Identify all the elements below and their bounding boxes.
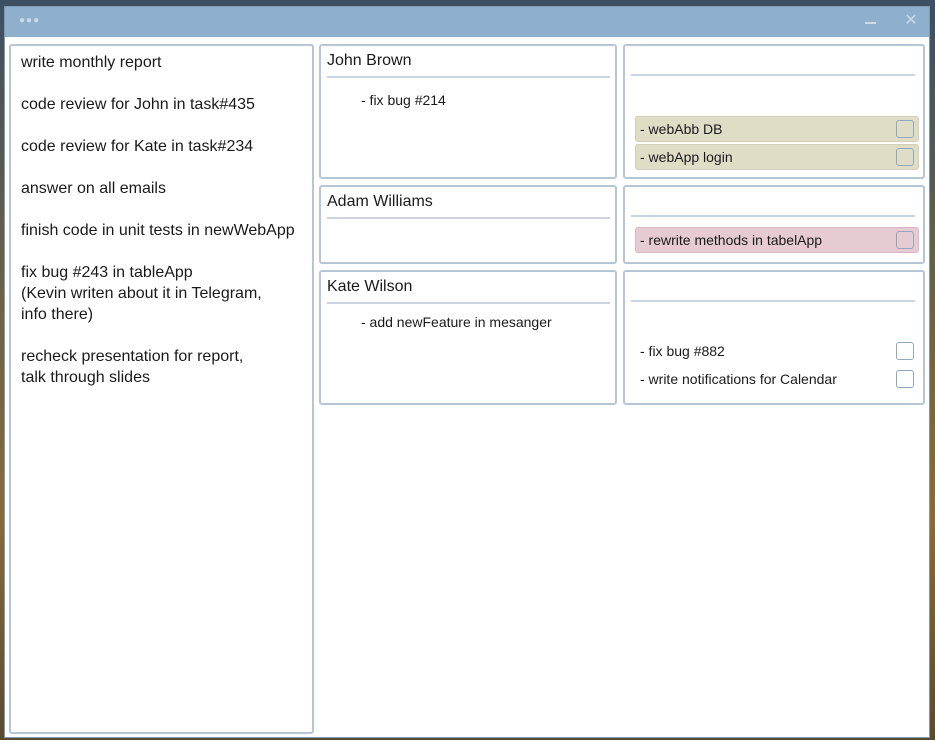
todo-item[interactable]: code review for Kate in task#234 [21, 136, 302, 157]
task-label: - webApp login [640, 149, 733, 165]
task-label: - rewrite methods in tabelApp [640, 232, 823, 248]
task-group-john: - webAbb DB - webApp login [623, 44, 925, 179]
task-row[interactable]: - write notifications for Calendar [635, 366, 919, 392]
person-name: Kate Wilson [327, 278, 610, 304]
task-group-divider [631, 74, 915, 76]
close-icon[interactable]: ✕ [901, 11, 921, 31]
task-group-kate: - fix bug #882 - write notifications for… [623, 270, 925, 405]
task-group-adam: - rewrite methods in tabelApp [623, 185, 925, 264]
todo-item[interactable]: finish code in unit tests in newWebApp [21, 220, 302, 241]
task-checkbox[interactable] [896, 342, 914, 360]
task-checkbox[interactable] [896, 370, 914, 388]
minimize-icon[interactable] [861, 12, 881, 32]
title-bar[interactable]: ●●● ✕ [5, 7, 929, 37]
task-checkbox[interactable] [896, 231, 914, 249]
todo-item[interactable]: answer on all emails [21, 178, 302, 199]
window-menu-icon[interactable]: ●●● [19, 15, 40, 26]
person-card-john: John Brown - fix bug #214 [319, 44, 617, 179]
todo-item[interactable]: write monthly report [21, 52, 302, 73]
todo-list: write monthly report code review for Joh… [11, 46, 312, 415]
todo-panel: write monthly report code review for Joh… [9, 44, 314, 734]
app-window: ●●● ✕ write monthly report code review f… [4, 6, 930, 738]
task-row[interactable]: - webApp login [635, 144, 919, 170]
todo-item[interactable]: recheck presentation for report, talk th… [21, 346, 302, 388]
person-card-adam: Adam Williams [319, 185, 617, 264]
task-group-divider [631, 215, 915, 217]
person-name: Adam Williams [327, 193, 610, 219]
person-task[interactable]: - add newFeature in mesanger [361, 314, 552, 330]
person-task[interactable]: - fix bug #214 [361, 92, 446, 108]
task-row[interactable]: - fix bug #882 [635, 338, 919, 364]
todo-item[interactable]: code review for John in task#435 [21, 94, 302, 115]
task-group-divider [631, 300, 915, 302]
task-label: - fix bug #882 [640, 343, 725, 359]
task-checkbox[interactable] [896, 120, 914, 138]
task-label: - write notifications for Calendar [640, 371, 837, 387]
task-checkbox[interactable] [896, 148, 914, 166]
task-label: - webAbb DB [640, 121, 723, 137]
person-card-kate: Kate Wilson - add newFeature in mesanger [319, 270, 617, 405]
task-row[interactable]: - webAbb DB [635, 116, 919, 142]
person-name: John Brown [327, 52, 610, 78]
todo-item[interactable]: fix bug #243 in tableApp (Kevin writen a… [21, 262, 302, 325]
task-row[interactable]: - rewrite methods in tabelApp [635, 227, 919, 253]
